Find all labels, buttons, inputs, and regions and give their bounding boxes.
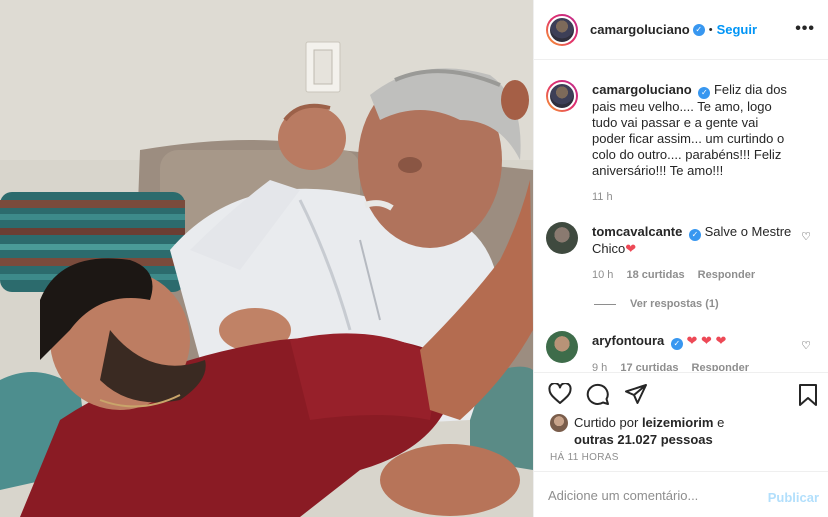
likes-text: Curtido por leizemiorim e outras 21.027 … <box>574 414 824 448</box>
post-header: camargoluciano ✓ • Seguir ••• <box>534 0 828 60</box>
comment-bubble-icon[interactable] <box>586 383 610 405</box>
caption-author-avatar[interactable] <box>546 80 578 112</box>
comment-likes[interactable]: 17 curtidas <box>620 362 678 371</box>
post-photo[interactable] <box>0 0 533 517</box>
instagram-post-view: camargoluciano ✓ • Seguir ••• camargoluc… <box>0 0 828 517</box>
comment-time[interactable]: 10 h <box>592 269 613 281</box>
comment-likes[interactable]: 18 curtidas <box>626 269 684 281</box>
verified-badge-icon: ✓ <box>670 338 683 350</box>
replies-line <box>594 303 616 305</box>
comment-body: tomcavalcante ✓ Salve o Mestre Chico❤ 10… <box>592 224 792 283</box>
red-hearts-emoji-icon: ❤ ❤ ❤ <box>686 333 727 348</box>
separator-dot: • <box>708 23 713 36</box>
likes-prefix: Curtido por <box>574 415 639 430</box>
like-comment-heart-icon[interactable]: ♡ <box>801 339 811 352</box>
likes-connector: e <box>717 415 725 430</box>
author-avatar[interactable] <box>546 13 578 46</box>
comment-meta: 9 h 17 curtidas Responder <box>592 360 792 371</box>
verified-badge-icon: ✓ <box>688 229 701 241</box>
reply-button[interactable]: Responder <box>692 362 749 371</box>
add-comment-bar: Publicar <box>534 471 828 517</box>
red-heart-emoji-icon: ❤ <box>625 241 637 256</box>
caption-meta: 11 h <box>592 189 792 205</box>
heart-outline-icon[interactable] <box>548 383 572 405</box>
view-replies-label: Ver respostas (1) <box>630 298 719 310</box>
liker-avatar[interactable] <box>550 414 568 432</box>
caption-time[interactable]: 11 h <box>592 191 613 203</box>
save-button[interactable] <box>797 383 819 407</box>
bookmark-icon[interactable] <box>797 383 819 407</box>
caption-body: camargoluciano ✓ Feliz dia dos pais meu … <box>592 82 792 205</box>
comments-section[interactable]: camargoluciano ✓ Feliz dia dos pais meu … <box>534 61 828 371</box>
post-photo-illustration <box>0 0 533 517</box>
follow-button[interactable]: Seguir <box>717 22 757 37</box>
author-info: camargoluciano ✓ • Seguir <box>590 22 757 37</box>
more-options-icon[interactable]: ••• <box>795 20 815 38</box>
paper-plane-icon[interactable] <box>624 383 648 405</box>
comment-username[interactable]: aryfontoura <box>592 333 664 348</box>
verified-badge-icon: ✓ <box>692 23 705 36</box>
liker-username[interactable]: leizemiorim <box>642 415 714 430</box>
action-icons <box>548 383 648 405</box>
view-replies-button[interactable]: Ver respostas (1) <box>594 298 719 310</box>
commenter-avatar[interactable] <box>546 331 578 363</box>
comment-time[interactable]: 9 h <box>592 362 607 371</box>
post-side-panel: camargoluciano ✓ • Seguir ••• camargoluc… <box>533 0 828 517</box>
likes-others[interactable]: outras 21.027 pessoas <box>574 432 713 447</box>
comment-meta: 10 h 18 curtidas Responder <box>592 267 792 283</box>
commenter-avatar[interactable] <box>546 222 578 254</box>
author-username[interactable]: camargoluciano <box>590 22 690 37</box>
reply-button[interactable]: Responder <box>698 269 755 281</box>
post-timestamp[interactable]: HÁ 11 HORAS <box>550 452 619 463</box>
caption-username[interactable]: camargoluciano <box>592 82 692 97</box>
comment-body: aryfontoura ✓ ❤ ❤ ❤ 9 h 17 curtidas Resp… <box>592 333 792 371</box>
comment-input[interactable] <box>548 484 758 506</box>
like-comment-heart-icon[interactable]: ♡ <box>801 230 811 243</box>
post-actions: Curtido por leizemiorim e outras 21.027 … <box>534 372 828 470</box>
comment-username[interactable]: tomcavalcante <box>592 224 682 239</box>
verified-badge-icon: ✓ <box>698 87 711 99</box>
publish-button[interactable]: Publicar <box>768 490 819 505</box>
